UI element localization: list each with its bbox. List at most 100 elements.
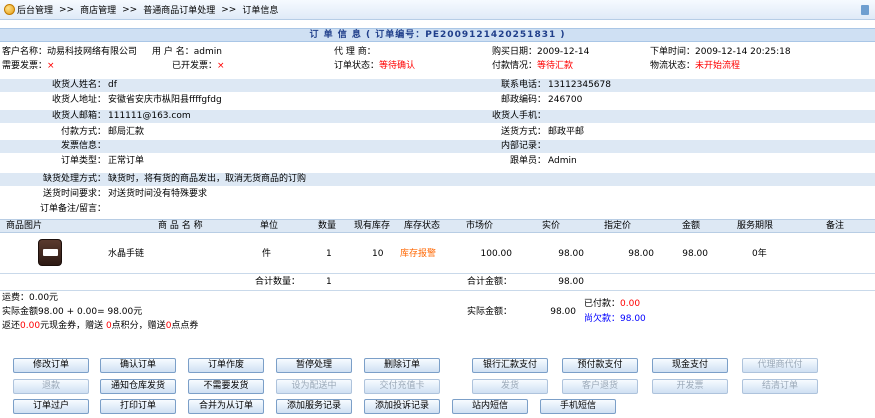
- order-type-label: 订单类型：: [60, 156, 106, 166]
- col-stock-status: 库存状态: [404, 221, 441, 231]
- button-row-3: 订单过户 打印订单 合并为从订单 添加服务记录 添加投诉记录 站内短信 手机短信: [0, 399, 875, 415]
- cash-pay-button[interactable]: 现金支付: [652, 358, 728, 373]
- total-qty-label: 合计数量：: [254, 277, 300, 287]
- order-info-row-2: 需要发票：× 已开发票：× 订单状态：等待确认 付款情况：等待汇款 物流状态：未…: [0, 60, 875, 73]
- print-order-button[interactable]: 打印订单: [100, 399, 176, 414]
- zip: 246700: [548, 95, 583, 105]
- col-service: 服务期限: [737, 221, 774, 231]
- prepay-button[interactable]: 预付款支付: [562, 358, 638, 373]
- merge-order-button[interactable]: 合并为从订单: [188, 399, 264, 414]
- site-message-button[interactable]: 站内短信: [452, 399, 528, 414]
- product-name[interactable]: 水晶手链: [108, 248, 144, 261]
- invoiced-value: ×: [217, 61, 225, 71]
- user-name: admin: [193, 47, 222, 57]
- product-unit: 件: [262, 249, 272, 259]
- product-set-price: 98.00: [628, 249, 654, 259]
- add-service-record-button[interactable]: 添加服务记录: [276, 399, 352, 414]
- order-type: 正常订单: [108, 156, 145, 166]
- crumb-orders[interactable]: 普通商品订单处理: [143, 3, 215, 16]
- edit-order-button[interactable]: 修改订单: [13, 358, 89, 373]
- col-market-price: 市场价: [466, 221, 494, 231]
- no-ship-button[interactable]: 不需要发货: [188, 379, 264, 394]
- payment-status: 等待汇款: [537, 61, 574, 71]
- recv-name-label: 收货人姓名：: [51, 80, 106, 90]
- home-icon: [4, 4, 15, 15]
- col-set-price: 指定价: [604, 221, 632, 231]
- product-service: 0年: [752, 249, 767, 259]
- crumb-separator: >>: [59, 4, 75, 15]
- email-label: 收货人邮箱：: [51, 111, 106, 121]
- rebate-text-2: 点积分，赠送: [111, 321, 166, 331]
- col-image: 商品图片: [6, 221, 43, 231]
- rebate-text-1: 元现金券，赠送: [40, 321, 106, 331]
- internal-label: 内部记录：: [500, 141, 546, 151]
- ship-method-label: 送货方式：: [500, 127, 546, 137]
- void-order-button[interactable]: 订单作废: [188, 358, 264, 373]
- order-time: 2009-12-14 20:25:18: [695, 47, 791, 57]
- crumb-shop[interactable]: 商店管理: [80, 3, 116, 16]
- customer-name-label: 客户名称：: [2, 47, 48, 57]
- freight: 运费：0.00元: [2, 293, 59, 303]
- notify-warehouse-button[interactable]: 通知仓库发货: [100, 379, 176, 394]
- paid-value: 0.00: [620, 299, 641, 309]
- detail-row-invoice: 发票信息： 内部记录：: [0, 140, 875, 153]
- ship-time-label: 送货时间要求：: [42, 189, 106, 199]
- detail-row-email: 收货人邮箱： 111111@163.com 收货人手机：: [0, 110, 875, 123]
- settle-order-button[interactable]: 结清订单: [742, 379, 818, 394]
- col-real-price: 实价: [542, 221, 561, 231]
- transfer-order-button[interactable]: 订单过户: [13, 399, 89, 414]
- actual-amount-label: 实际金额：: [466, 307, 512, 317]
- product-stock-status: 库存报警: [400, 249, 437, 259]
- product-market-price: 100.00: [480, 249, 513, 259]
- rebate-pre: 返还: [2, 321, 21, 331]
- follower-label: 跟单员：: [509, 156, 546, 166]
- refund-button[interactable]: 退款: [13, 379, 89, 394]
- summary-actual-row: 实际金额98.00 + 0.00= 98.00元 实际金额： 98.00: [0, 306, 875, 319]
- col-amount: 金额: [682, 221, 701, 231]
- buy-date-label: 购买日期：: [492, 47, 538, 57]
- detail-row-payment: 付款方式： 邮局汇款 送货方式： 邮政平邮: [0, 126, 875, 139]
- issue-invoice-button[interactable]: 开发票: [652, 379, 728, 394]
- sms-button[interactable]: 手机短信: [540, 399, 616, 414]
- pause-button[interactable]: 暂停处理: [276, 358, 352, 373]
- divider: [0, 290, 875, 291]
- crumb-admin[interactable]: 后台管理: [17, 3, 53, 16]
- need-invoice-value: ×: [47, 61, 55, 71]
- col-name: 商 品 名 称: [158, 221, 203, 231]
- total-amount: 98.00: [558, 277, 584, 287]
- page-title: 订 单 信 息 ( 订单编号：PE2009121420251831 ): [0, 28, 875, 42]
- total-amount-label: 合计金额：: [466, 277, 512, 287]
- paid-row: 已付款：0.00: [584, 298, 724, 311]
- menu-toggle-icon[interactable]: [861, 5, 869, 15]
- actual-amount: 98.00: [550, 307, 576, 317]
- customer-return-button[interactable]: 客户退货: [562, 379, 638, 394]
- col-qty: 数量: [318, 221, 337, 231]
- order-info-row-1: 客户名称：动易科技网络有限公司 用 户 名：admin 代 理 商： 购买日期：…: [0, 46, 875, 59]
- detail-row-name: 收货人姓名： df 联系电话： 13112345678: [0, 79, 875, 92]
- add-complaint-button[interactable]: 添加投诉记录: [364, 399, 440, 414]
- crumb-separator: >>: [221, 4, 237, 15]
- phone-label: 联系电话：: [500, 80, 546, 90]
- detail-row-shortage: 缺货处理方式： 缺货时，将有货的商品发出，取消无货商品的订购: [0, 173, 875, 186]
- ship-method: 邮政平邮: [548, 127, 585, 137]
- bank-transfer-button[interactable]: 银行汇款支付: [472, 358, 548, 373]
- customer-name: 动易科技网络有限公司: [47, 47, 138, 57]
- confirm-order-button[interactable]: 确认订单: [100, 358, 176, 373]
- order-status-label: 订单状态：: [334, 61, 380, 71]
- address-label: 收货人地址：: [51, 95, 106, 105]
- actual-formula: 实际金额98.00 + 0.00= 98.00元: [2, 307, 143, 317]
- col-unit: 单位: [260, 221, 279, 231]
- crumb-separator: >>: [122, 4, 138, 15]
- delete-order-button[interactable]: 删除订单: [364, 358, 440, 373]
- button-row-1: 修改订单 确认订单 订单作废 暂停处理 删除订单 银行汇款支付 预付款支付 现金…: [0, 358, 875, 374]
- deliver-card-button[interactable]: 交付充值卡: [364, 379, 440, 394]
- table-row: 水晶手链 件 1 10 库存报警 100.00 98.00 98.00 98.0…: [0, 236, 875, 272]
- agent-pay-button[interactable]: 代理商代付: [742, 358, 818, 373]
- invoice-info-label: 发票信息：: [60, 141, 106, 151]
- order-status: 等待确认: [379, 61, 416, 71]
- product-image[interactable]: [38, 239, 62, 266]
- ship-button[interactable]: 发货: [472, 379, 548, 394]
- set-delivering-button[interactable]: 设为配送中: [276, 379, 352, 394]
- totals-row: 合计数量： 1 合计金额： 98.00: [0, 276, 875, 289]
- user-label: 用 户 名：: [152, 47, 194, 57]
